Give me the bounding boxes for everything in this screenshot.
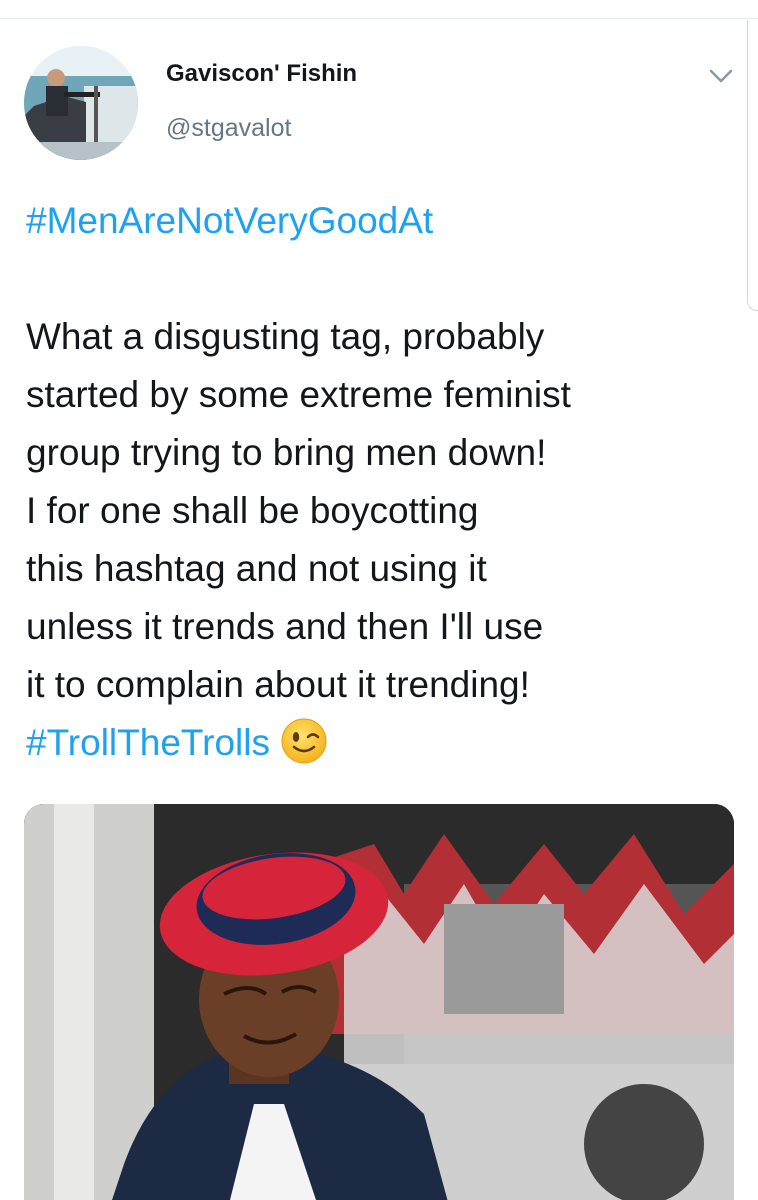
scrollbar[interactable] [747, 20, 758, 311]
author-handle[interactable]: @stgavalot [166, 114, 291, 143]
winking-face-emoji [280, 717, 328, 765]
tweet-text-line: this hashtag and not using it [26, 548, 487, 589]
top-divider [0, 18, 758, 19]
tweet-page: Gaviscon' Fishin @stgavalot #MenAreNotVe… [0, 0, 758, 1200]
tweet-text-line: I for one shall be boycotting [26, 490, 479, 531]
tweet-text-line: started by some extreme feminist [26, 374, 571, 415]
tweet-text-line: it to complain about it trending! [26, 664, 530, 705]
hashtag-link-menarenotverygoodat[interactable]: #MenAreNotVeryGoodAt [26, 192, 738, 250]
tweet-text-line: group trying to bring men down! [26, 432, 547, 473]
author-display-name[interactable]: Gaviscon' Fishin [166, 60, 357, 88]
tweet-text-line: unless it trends and then I'll use [26, 606, 544, 647]
tweet-text-line-last: #TrollTheTrolls [26, 714, 738, 772]
chevron-down-icon[interactable] [706, 64, 736, 88]
tweet-text-line: What a disgusting tag, probably [26, 316, 545, 357]
media-image [24, 804, 734, 1200]
avatar[interactable] [24, 46, 138, 160]
tweet-media-gif[interactable] [24, 804, 734, 1200]
avatar-image [24, 46, 138, 160]
hashtag-link-trollthetrolls[interactable]: #TrollTheTrolls [26, 722, 270, 763]
tweet-text: #MenAreNotVeryGoodAt What a disgusting t… [26, 192, 738, 772]
